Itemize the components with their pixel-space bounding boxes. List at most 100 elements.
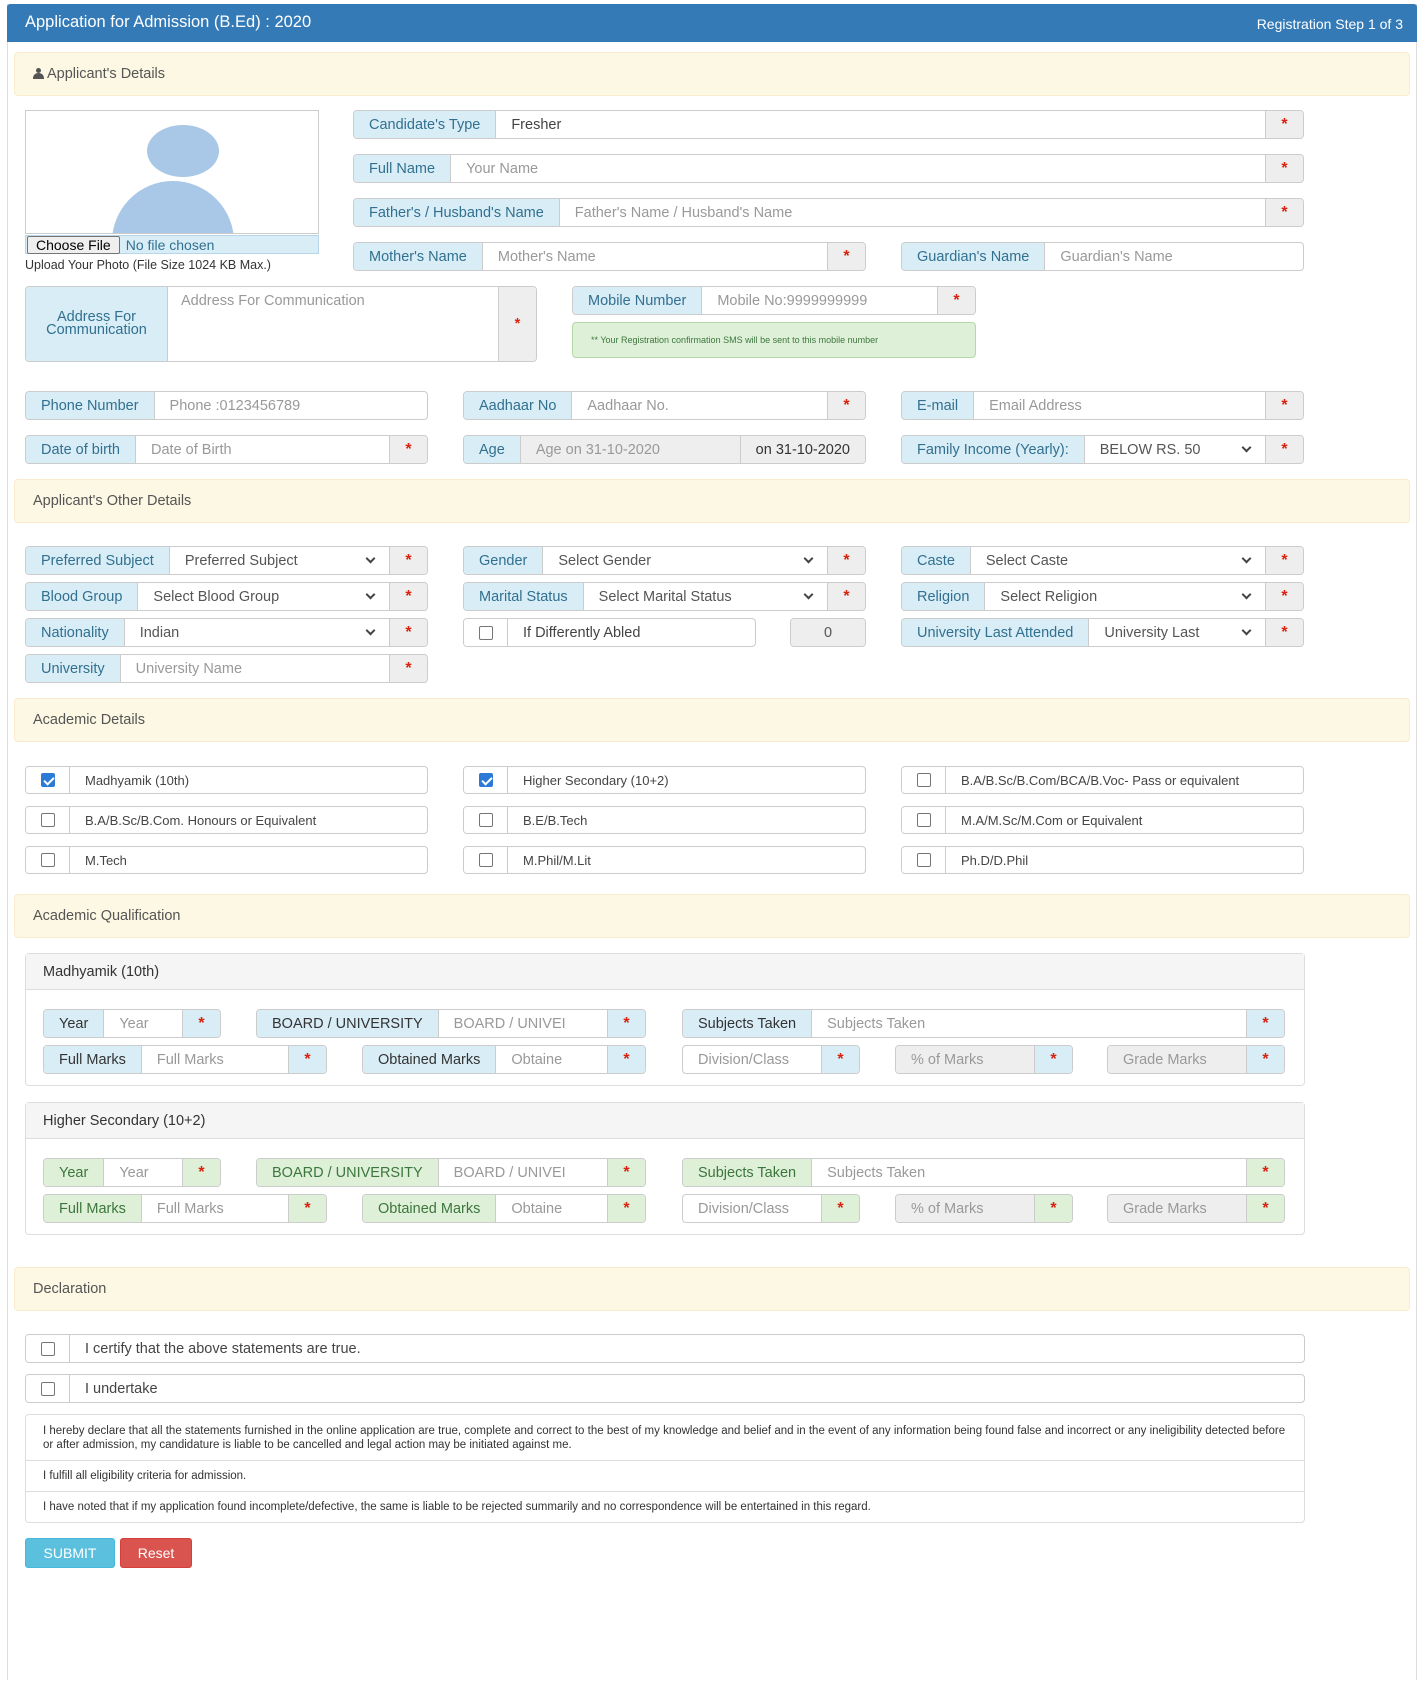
madhyamik-year-input[interactable]: Year Year * [43,1009,221,1038]
required-marker: * [1265,111,1303,138]
checkbox[interactable] [40,1341,55,1356]
required-marker: * [182,1010,220,1037]
academic-option[interactable]: B.A/B.Sc/B.Com. Honours or Equivalent [25,806,428,834]
required-marker: * [607,1195,645,1222]
checkbox[interactable] [916,773,931,787]
checkbox-checked[interactable] [478,773,493,787]
aadhaar-input[interactable]: Aadhaar No Aadhaar No. * [463,391,866,420]
title-bar: Application for Admission (B.Ed) : 2020 … [7,4,1417,42]
checkbox[interactable] [916,813,931,827]
academic-option[interactable]: Ph.D/D.Phil [901,846,1304,874]
academic-option[interactable]: B.A/B.Sc/B.Com/BCA/B.Voc- Pass or equiva… [901,766,1304,794]
checkbox[interactable] [40,853,55,867]
academic-option[interactable]: M.Tech [25,846,428,874]
checkbox[interactable] [40,813,55,827]
checkbox[interactable] [478,813,493,827]
marital-status-select[interactable]: Marital Status Select Marital Status * [463,582,866,611]
differently-abled-checkbox[interactable]: If Differently Abled [463,618,756,647]
choose-file-button[interactable]: Choose File [27,235,120,254]
checkbox-checked[interactable] [40,773,55,787]
hs-obtained-marks-input[interactable]: Obtained Marks Obtaine * [362,1194,646,1223]
university-input[interactable]: University University Name * [25,654,428,683]
university-last-select[interactable]: University Last Attended University Last… [901,618,1304,647]
declaration-statement: I fulfill all eligibility criteria for a… [26,1461,1304,1492]
madhyamik-grade-input[interactable]: Grade Marks * [1107,1045,1285,1074]
required-marker: * [607,1046,645,1073]
madhyamik-obtained-marks-input[interactable]: Obtained Marks Obtaine * [362,1045,646,1074]
chevron-down-icon [1241,625,1252,636]
hs-grade-input[interactable]: Grade Marks * [1107,1194,1285,1223]
panel-title: Higher Secondary (10+2) [26,1103,1304,1139]
email-input[interactable]: E-mail Email Address * [901,391,1304,420]
mobile-number-input[interactable]: Mobile Number Mobile No:9999999999 * [572,286,976,315]
section-other-details: Applicant's Other Details [14,479,1410,523]
blood-group-select[interactable]: Blood Group Select Blood Group * [25,582,428,611]
hs-percent-input[interactable]: % of Marks * [895,1194,1073,1223]
no-file-label: No file chosen [125,236,215,253]
madhyamik-division-input[interactable]: Division/Class * [682,1045,860,1074]
checkbox[interactable] [40,1381,55,1396]
academic-option[interactable]: Higher Secondary (10+2) [463,766,866,794]
required-marker: * [607,1010,645,1037]
hs-subjects-input[interactable]: Subjects Taken Subjects Taken * [682,1158,1285,1187]
section-title: Applicant's Details [47,66,166,82]
academic-option[interactable]: M.A/M.Sc/M.Com or Equivalent [901,806,1304,834]
submit-button[interactable]: SUBMIT [25,1538,115,1568]
caste-select[interactable]: Caste Select Caste * [901,546,1304,575]
academic-option[interactable]: M.Phil/M.Lit [463,846,866,874]
declaration-statements: I hereby declare that all the statements… [25,1414,1305,1523]
sms-note: ** Your Registration confirmation SMS wi… [572,322,976,358]
section-academic-details: Academic Details [14,698,1410,742]
reset-button[interactable]: Reset [120,1538,192,1568]
madhyamik-board-input[interactable]: BOARD / UNIVERSITY BOARD / UNIVEI * [256,1009,646,1038]
gender-select[interactable]: Gender Select Gender * [463,546,866,575]
guardian-name-input[interactable]: Guardian's Name Guardian's Name [901,242,1304,271]
undertake-checkbox[interactable]: I undertake [25,1374,1305,1403]
full-name-input[interactable]: Full Name Your Name * [353,154,1304,183]
hs-board-input[interactable]: BOARD / UNIVERSITY BOARD / UNIVEI * [256,1158,646,1187]
checkbox[interactable] [478,853,493,867]
required-marker: * [182,1159,220,1186]
hs-year-input[interactable]: Year Year * [43,1158,221,1187]
required-marker: * [1246,1046,1284,1073]
nationality-select[interactable]: Nationality Indian * [25,618,428,647]
mother-name-input[interactable]: Mother's Name Mother's Name * [353,242,866,271]
preferred-subject-select[interactable]: Preferred Subject Preferred Subject * [25,546,428,575]
chevron-down-icon [1241,553,1252,564]
certify-checkbox[interactable]: I certify that the above statements are … [25,1334,1305,1363]
hs-division-input[interactable]: Division/Class * [682,1194,860,1223]
dob-input[interactable]: Date of birth Date of Birth * [25,435,428,464]
required-marker: * [821,1195,859,1222]
photo-file-input[interactable]: Choose File No file chosen [25,235,319,254]
section-academic-qualification: Academic Qualification [14,894,1410,938]
required-marker: * [1246,1195,1284,1222]
required-marker: * [1034,1046,1072,1073]
phone-number-input[interactable]: Phone Number Phone :0123456789 [25,391,428,420]
academic-option[interactable]: Madhyamik (10th) [25,766,428,794]
checkbox[interactable] [916,853,931,867]
upload-note: Upload Your Photo (File Size 1024 KB Max… [25,258,271,272]
family-income-select[interactable]: Family Income (Yearly): BELOW RS. 50 * [901,435,1304,464]
hs-full-marks-input[interactable]: Full Marks Full Marks * [43,1194,327,1223]
academic-option[interactable]: B.E/B.Tech [463,806,866,834]
madhyamik-full-marks-input[interactable]: Full Marks Full Marks * [43,1045,327,1074]
chevron-down-icon [365,553,376,564]
section-declaration: Declaration [14,1267,1410,1311]
madhyamik-percent-input[interactable]: % of Marks * [895,1045,1073,1074]
address-textarea[interactable]: Address For Communication Address For Co… [25,286,537,362]
age-input: Age Age on 31-10-2020 on 31-10-2020 [463,435,866,464]
section-applicant-details: Applicant's Details [14,52,1410,96]
chevron-down-icon [803,589,814,600]
chevron-down-icon [1241,442,1252,453]
page-title: Application for Admission (B.Ed) : 2020 [25,13,312,31]
checkbox[interactable] [478,625,493,640]
differently-abled-percent: 0 [790,618,866,647]
candidate-type-select[interactable]: Candidate's Type Fresher * [353,110,1304,139]
madhyamik-subjects-input[interactable]: Subjects Taken Subjects Taken * [682,1009,1285,1038]
religion-select[interactable]: Religion Select Religion * [901,582,1304,611]
declaration-statement: I have noted that if my application foun… [43,1501,871,1513]
father-name-input[interactable]: Father's / Husband's Name Father's Name … [353,198,1304,227]
photo-placeholder [25,110,319,234]
chevron-down-icon [365,625,376,636]
avatar-head [147,125,219,177]
